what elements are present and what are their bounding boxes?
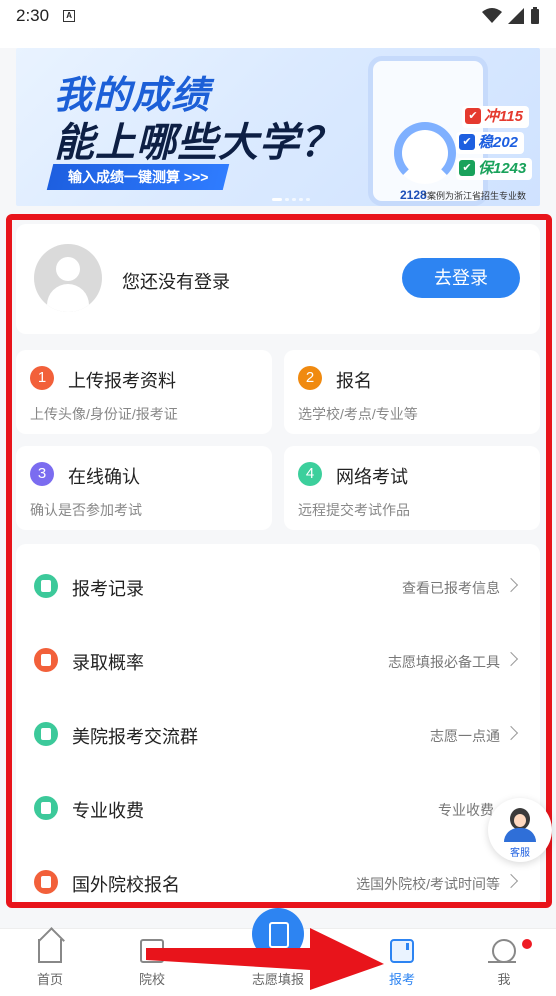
notification-badge [522, 939, 532, 949]
menu-item-title: 专业收费 [72, 801, 144, 821]
briefcase-icon [34, 722, 58, 746]
chevron-right-icon [503, 651, 519, 667]
step-desc: 远程提交考试作品 [298, 502, 410, 518]
edit-icon [34, 870, 58, 894]
menu-item-overseas-application[interactable]: 国外院校报名 选国外院校/考试时间等 [16, 852, 540, 908]
step-desc: 确认是否参加考试 [30, 502, 142, 518]
step-title: 网络考试 [336, 467, 408, 487]
customer-service-button[interactable]: 客服 [488, 798, 552, 862]
edit-icon [34, 648, 58, 672]
banner-cta-label: 输入成绩一键测算 >>> [68, 169, 209, 185]
step-desc: 选学校/考点/专业等 [298, 406, 418, 422]
home-icon [38, 939, 62, 963]
step-card-confirm[interactable]: 3 在线确认 确认是否参加考试 [16, 446, 272, 530]
login-card: 您还没有登录 去登录 [16, 224, 540, 334]
header-spacer [0, 32, 556, 48]
red-arrow-annotation [146, 928, 384, 990]
system-icons [482, 7, 540, 25]
menu-list: 报考记录 查看已报考信息 录取概率 志愿填报必备工具 美院报考交流群 志愿一点通… [16, 544, 540, 908]
rush-tag: 冲115 [462, 106, 529, 128]
step-card-upload[interactable]: 1 上传报考资料 上传头像/身份证/报考证 [16, 350, 272, 434]
banner-title-line2: 能上哪些大学？ [54, 121, 341, 165]
status-bar: 2:30 A [0, 0, 556, 32]
chevron-right-icon [503, 873, 519, 889]
promo-banner[interactable]: 我的成绩 能上哪些大学？ 输入成绩一键测算 >>> 2128 冲115 稳202… [16, 48, 540, 206]
apply-icon [390, 939, 414, 963]
nav-home-label: 首页 [36, 972, 63, 987]
carousel-indicator [272, 198, 310, 201]
step-card-register[interactable]: 2 报名 选学校/考点/专业等 [284, 350, 540, 434]
battery-icon [531, 7, 539, 24]
menu-item-title: 报考记录 [72, 579, 144, 599]
signal-icon [508, 8, 524, 24]
score-gauge-illustration [394, 122, 456, 184]
menu-item-admission-probability[interactable]: 录取概率 志愿填报必备工具 [16, 630, 540, 690]
list-icon [34, 574, 58, 598]
step-number: 2 [298, 366, 322, 390]
step-number: 3 [30, 462, 54, 486]
step-title: 在线确认 [68, 467, 140, 487]
menu-item-apply-records[interactable]: 报考记录 查看已报考信息 [16, 556, 540, 616]
notification-icon: A [63, 10, 76, 22]
steady-tag: 稳202 [456, 132, 525, 154]
avatar[interactable] [34, 244, 102, 312]
safe-tag: 保1243 [456, 158, 533, 180]
step-title: 报名 [336, 371, 372, 391]
briefcase-icon [34, 796, 58, 820]
login-status-text: 您还没有登录 [122, 272, 230, 292]
nav-me[interactable]: 我 [454, 929, 554, 996]
menu-item-subtitle: 选国外院校/考试时间等 [356, 876, 500, 892]
clock: 2:30 [16, 6, 50, 25]
step-number: 4 [298, 462, 322, 486]
menu-item-title: 国外院校报名 [72, 875, 180, 895]
menu-item-subtitle: 专业收费 [438, 802, 494, 818]
profile-icon [488, 939, 516, 963]
step-card-exam[interactable]: 4 网络考试 远程提交考试作品 [284, 446, 540, 530]
menu-item-subtitle: 志愿一点通 [430, 728, 500, 744]
banner-cta-button[interactable]: 输入成绩一键测算 >>> [46, 164, 230, 190]
nav-me-label: 我 [497, 972, 511, 987]
menu-item-subtitle: 志愿填报必备工具 [388, 654, 500, 670]
chevron-right-icon [503, 725, 519, 741]
menu-item-title: 美院报考交流群 [72, 727, 198, 747]
menu-item-major-fees[interactable]: 专业收费 专业收费 [16, 778, 540, 838]
customer-service-label: 客服 [510, 848, 530, 859]
wifi-icon [482, 8, 502, 23]
login-button[interactable]: 去登录 [402, 258, 520, 298]
step-title: 上传报考资料 [68, 371, 176, 391]
step-desc: 上传头像/身份证/报考证 [30, 406, 178, 422]
agent-icon [510, 808, 530, 830]
menu-item-subtitle: 查看已报考信息 [402, 580, 500, 596]
step-number: 1 [30, 366, 54, 390]
banner-note: *案例为浙江省招生专业数 [423, 191, 526, 201]
menu-item-title: 录取概率 [72, 653, 144, 673]
chevron-right-icon [503, 577, 519, 593]
menu-item-exchange-group[interactable]: 美院报考交流群 志愿一点通 [16, 704, 540, 764]
nav-home[interactable]: 首页 [0, 929, 100, 996]
